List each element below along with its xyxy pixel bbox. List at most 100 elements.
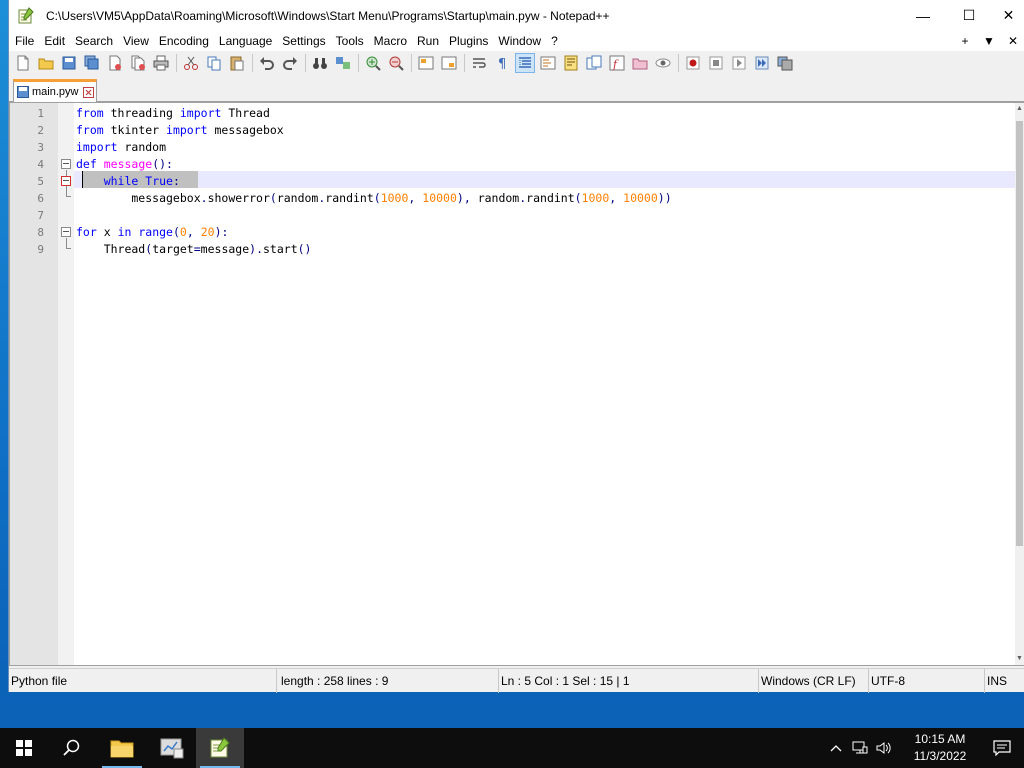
macro-run-multiple-button[interactable] <box>752 53 772 73</box>
menu-search[interactable]: Search <box>70 34 118 48</box>
code-token: def <box>76 157 97 171</box>
fold-toggle-for[interactable] <box>61 227 71 237</box>
document-map-button[interactable] <box>561 53 581 73</box>
new-file-button[interactable] <box>13 53 33 73</box>
menu-help[interactable]: ? <box>546 34 563 48</box>
paste-button[interactable] <box>227 53 247 73</box>
menu-macro[interactable]: Macro <box>369 34 412 48</box>
fold-toggle-while[interactable] <box>61 176 71 186</box>
macro-record-button[interactable] <box>683 53 703 73</box>
vertical-scrollbar[interactable]: ▲ ▼ <box>1015 103 1024 665</box>
toolbar-separator <box>678 54 679 72</box>
redo-button[interactable] <box>280 53 300 73</box>
printer-icon <box>153 55 169 71</box>
code-token: message <box>103 157 153 171</box>
folder-workspace-button[interactable] <box>630 53 650 73</box>
menu-tools[interactable]: Tools <box>331 34 369 48</box>
tab-list-dropdown[interactable]: ▼ <box>977 34 1001 48</box>
minimize-button[interactable]: — <box>900 0 946 31</box>
status-position[interactable]: Ln : 5 Col : 1 Sel : 15 | 1 <box>499 669 759 693</box>
search-button[interactable] <box>48 728 96 768</box>
code-text-area[interactable]: from threading import Thread from tkinte… <box>74 103 1016 665</box>
scroll-down-arrow-icon[interactable]: ▼ <box>1015 653 1024 665</box>
open-file-button[interactable] <box>36 53 56 73</box>
copy-icon <box>207 56 221 71</box>
code-token: ( <box>373 191 381 205</box>
line-number: 2 <box>37 124 44 137</box>
code-token: for <box>76 225 97 239</box>
close-button[interactable]: ✕ <box>992 0 1024 31</box>
code-token: ): <box>214 225 229 239</box>
maximize-button[interactable]: ☐ <box>946 0 992 31</box>
code-token: from <box>76 123 104 137</box>
close-file-button[interactable] <box>105 53 125 73</box>
replace-button[interactable] <box>333 53 353 73</box>
notification-center-button[interactable] <box>980 728 1024 768</box>
menu-encoding[interactable]: Encoding <box>154 34 214 48</box>
code-token: showerror <box>207 191 270 205</box>
monitoring-button[interactable] <box>653 53 673 73</box>
menu-window[interactable]: Window <box>493 34 546 48</box>
sync-horizontal-button[interactable] <box>439 53 459 73</box>
cut-button[interactable] <box>181 53 201 73</box>
code-editor[interactable]: 1 2 3 4 5 6 7 8 9 from threading import … <box>9 102 1024 666</box>
function-list-button[interactable]: f <box>607 53 627 73</box>
chevron-up-icon[interactable] <box>824 728 848 768</box>
document-list-button[interactable] <box>584 53 604 73</box>
menu-file[interactable]: File <box>9 34 39 48</box>
close-all-button[interactable] <box>128 53 148 73</box>
new-file-icon <box>17 55 29 71</box>
scrollbar-thumb[interactable] <box>1016 121 1023 546</box>
new-tab-button[interactable]: + <box>953 34 977 48</box>
word-wrap-button[interactable] <box>469 53 489 73</box>
menu-plugins[interactable]: Plugins <box>444 34 493 48</box>
clock[interactable]: 10:15 AM 11/3/2022 <box>900 731 980 765</box>
udl-button[interactable] <box>538 53 558 73</box>
macro-play-button[interactable] <box>729 53 749 73</box>
find-button[interactable] <box>310 53 330 73</box>
scroll-up-arrow-icon[interactable]: ▲ <box>1015 103 1024 115</box>
code-token: True <box>145 174 173 188</box>
start-button[interactable] <box>0 728 48 768</box>
macro-save-button[interactable] <box>775 53 795 73</box>
network-icon[interactable] <box>848 728 872 768</box>
close-document-button[interactable]: ✕ <box>1001 34 1024 48</box>
save-button[interactable] <box>59 53 79 73</box>
fold-line <box>66 238 67 248</box>
macro-stop-button[interactable] <box>706 53 726 73</box>
line-number: 6 <box>37 192 44 205</box>
code-token: import <box>179 106 222 120</box>
tab-main-pyw[interactable]: main.pyw <box>13 79 97 102</box>
show-all-chars-button[interactable]: ¶ <box>492 53 512 73</box>
indent-guide-button[interactable] <box>515 53 535 73</box>
pilcrow-icon: ¶ <box>498 57 506 71</box>
sync-vertical-button[interactable] <box>416 53 436 73</box>
binoculars-icon <box>313 58 327 69</box>
title-bar[interactable]: C:\Users\VM5\AppData\Roaming\Microsoft\W… <box>9 0 1024 31</box>
code-token: 1000 <box>581 191 610 205</box>
notepadpp-taskbar-button[interactable] <box>196 728 244 768</box>
zoom-out-button[interactable] <box>386 53 406 73</box>
fold-toggle-def[interactable] <box>61 159 71 169</box>
print-button[interactable] <box>151 53 171 73</box>
code-line: Thread(target=message).start() <box>76 241 312 258</box>
menu-view[interactable]: View <box>118 34 154 48</box>
code-token: ). <box>249 242 263 256</box>
code-line: for x in range(0, 20): <box>76 224 228 241</box>
sync-vertical-icon <box>418 56 434 70</box>
menu-edit[interactable]: Edit <box>39 34 70 48</box>
copy-button[interactable] <box>204 53 224 73</box>
menu-run[interactable]: Run <box>412 34 444 48</box>
scissors-icon <box>184 56 198 70</box>
tab-close-icon[interactable] <box>83 86 95 98</box>
file-explorer-button[interactable] <box>98 728 146 768</box>
menu-language[interactable]: Language <box>214 34 277 48</box>
volume-icon[interactable] <box>872 728 896 768</box>
menu-settings[interactable]: Settings <box>277 34 330 48</box>
server-manager-button[interactable] <box>148 728 196 768</box>
save-all-button[interactable] <box>82 53 102 73</box>
undo-button[interactable] <box>257 53 277 73</box>
zoom-in-button[interactable] <box>363 53 383 73</box>
search-icon <box>63 739 80 756</box>
code-token: 1000 <box>380 191 409 205</box>
